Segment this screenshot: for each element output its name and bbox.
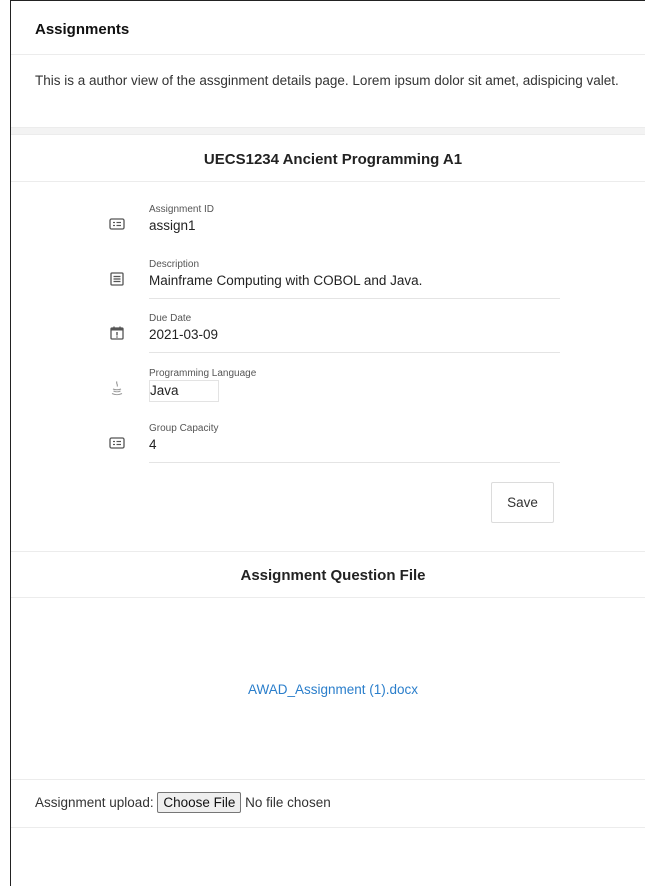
programming-language-field: Programming Language Java (109, 366, 560, 410)
intro-text: This is a author view of the assginment … (11, 55, 645, 128)
assignment-id-field: Assignment ID assign1 (109, 202, 560, 246)
upload-label: Assignment upload: (35, 795, 154, 810)
programming-language-label: Programming Language (149, 368, 257, 379)
assignment-id-label: Assignment ID (149, 204, 215, 215)
upload-status: No file chosen (245, 795, 331, 810)
page-title: Assignments (35, 21, 130, 38)
save-button[interactable]: Save (491, 482, 554, 523)
group-capacity-label: Group Capacity (149, 423, 219, 434)
id-card-icon (109, 435, 125, 451)
due-date-field: Due Date 2021-03-09 (109, 311, 560, 355)
section-divider (11, 128, 645, 135)
question-file-title: Assignment Question File (11, 552, 645, 598)
calendar-alert-icon (109, 325, 125, 341)
description-value[interactable]: Mainframe Computing with COBOL and Java. (149, 272, 560, 290)
programming-language-select[interactable]: Java (149, 380, 219, 402)
assignment-id-value[interactable]: assign1 (149, 217, 560, 235)
due-date-label: Due Date (149, 313, 192, 324)
group-capacity-value[interactable]: 4 (149, 436, 560, 454)
course-title: UECS1234 Ancient Programming A1 (11, 135, 645, 182)
description-label: Description (149, 259, 200, 270)
page-header: Assignments (11, 1, 645, 55)
due-date-value[interactable]: 2021-03-09 (149, 326, 560, 344)
assignment-details-form: Assignment ID assign1 Description Mainfr… (11, 182, 645, 552)
page-frame: Assignments This is a author view of the… (10, 0, 645, 886)
java-icon (109, 380, 125, 396)
question-file-link[interactable]: AWAD_Assignment (1).docx (248, 682, 418, 697)
id-card-icon (109, 216, 125, 232)
document-icon (109, 271, 125, 287)
question-file-area: AWAD_Assignment (1).docx (11, 598, 645, 780)
description-field: Description Mainframe Computing with COB… (109, 257, 560, 301)
group-capacity-field: Group Capacity 4 (109, 421, 560, 465)
choose-file-button[interactable]: Choose File (157, 792, 242, 813)
assignment-upload-row: Assignment upload: Choose File No file c… (11, 780, 645, 828)
